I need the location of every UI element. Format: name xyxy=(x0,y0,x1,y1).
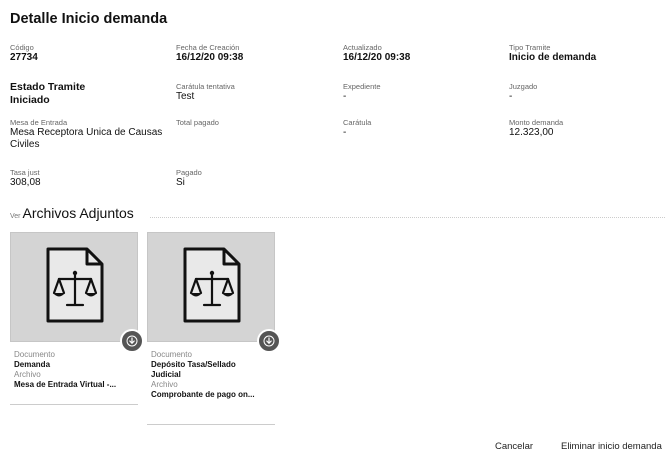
field-label: Actualizado xyxy=(343,43,382,52)
doc-value-line2: Judicial xyxy=(151,370,181,379)
file-value: Mesa de Entrada Virtual -... xyxy=(14,380,117,389)
field-value: 12.323,00 xyxy=(509,127,554,138)
field-value: Si xyxy=(176,177,185,188)
field-tipo-tramite: Tipo Tramite Inicio de demanda xyxy=(509,43,596,64)
doc-label: Documento xyxy=(151,350,192,359)
page-title: Detalle Inicio demanda xyxy=(10,11,168,27)
field-label: Tasa just xyxy=(10,168,40,177)
attachments-prefix: Ver xyxy=(10,213,21,220)
field-estado-tramite: Estado Tramite Iniciado xyxy=(10,81,85,107)
field-label: Monto demanda xyxy=(509,118,564,127)
field-label: Expediente xyxy=(343,82,381,91)
field-caratula: Carátula - xyxy=(343,118,371,139)
file-label: Archivo xyxy=(151,380,178,389)
document-scales-icon xyxy=(183,247,241,323)
field-label: Mesa de Entrada xyxy=(10,118,68,127)
attachment-card[interactable]: Documento Demanda Archivo Mesa de Entrad… xyxy=(10,232,144,426)
field-value: Test xyxy=(176,91,195,102)
field-value-line1: Mesa Receptora Unica de Causas xyxy=(10,127,163,138)
field-total-pagado: Total pagado xyxy=(176,118,219,127)
field-label: Fecha de Creación xyxy=(176,43,240,52)
field-mesa-entrada: Mesa de Entrada Mesa Receptora Unica de … xyxy=(10,118,175,151)
attachments-title: Ver Archivos Adjuntos xyxy=(10,205,134,221)
doc-label: Documento xyxy=(14,350,55,359)
field-value: 16/12/20 09:38 xyxy=(176,52,244,63)
attachments-title-text: Archivos Adjuntos xyxy=(22,205,134,221)
file-label: Archivo xyxy=(14,370,41,379)
attachment-card[interactable]: Documento Depósito Tasa/Sellado Judicial… xyxy=(147,232,281,426)
doc-value: Demanda xyxy=(14,360,51,369)
field-caratula-tentativa: Carátula tentativa Test xyxy=(176,82,235,103)
delete-demand-button[interactable]: Eliminar inicio demanda xyxy=(561,441,662,452)
field-actualizado: Actualizado 16/12/20 09:38 xyxy=(343,43,410,64)
attachment-meta: Documento Depósito Tasa/Sellado Judicial… xyxy=(151,350,275,400)
field-pagado: Pagado Si xyxy=(176,168,202,189)
field-label: Tipo Tramite xyxy=(509,43,551,52)
field-value: - xyxy=(343,91,347,102)
field-value: Iniciado xyxy=(10,94,50,106)
field-monto-demanda: Monto demanda 12.323,00 xyxy=(509,118,563,139)
field-juzgado: Juzgado - xyxy=(509,82,537,103)
field-value: - xyxy=(509,91,513,102)
field-value: 16/12/20 09:38 xyxy=(343,52,411,63)
divider xyxy=(150,217,665,218)
field-label: Juzgado xyxy=(509,82,538,91)
field-expediente: Expediente - xyxy=(343,82,381,103)
field-label: Estado Tramite xyxy=(10,81,86,93)
field-value-line2: Civiles xyxy=(10,139,40,150)
attachment-thumbnail[interactable] xyxy=(10,232,138,342)
field-codigo: Código 27734 xyxy=(10,43,38,64)
attachment-thumbnail[interactable] xyxy=(147,232,275,342)
file-value: Comprobante de pago on... xyxy=(151,390,255,399)
divider xyxy=(147,424,275,425)
field-label: Código xyxy=(10,43,34,52)
document-scales-icon xyxy=(46,247,104,323)
field-value: 308,08 xyxy=(10,177,41,188)
divider xyxy=(10,404,138,405)
attachment-meta: Documento Demanda Archivo Mesa de Entrad… xyxy=(14,350,138,390)
field-tasa-just: Tasa just 308,08 xyxy=(10,168,41,189)
field-value: 27734 xyxy=(10,52,38,63)
field-label: Carátula tentativa xyxy=(176,82,235,91)
cancel-button[interactable]: Cancelar xyxy=(495,441,533,452)
field-value: Inicio de demanda xyxy=(509,52,597,63)
field-fecha-creacion: Fecha de Creación 16/12/20 09:38 xyxy=(176,43,243,64)
field-label: Carátula xyxy=(343,118,372,127)
doc-value-line1: Depósito Tasa/Sellado xyxy=(151,360,236,369)
field-value: - xyxy=(343,127,347,138)
field-label: Pagado xyxy=(176,168,202,177)
field-label: Total pagado xyxy=(176,118,219,127)
